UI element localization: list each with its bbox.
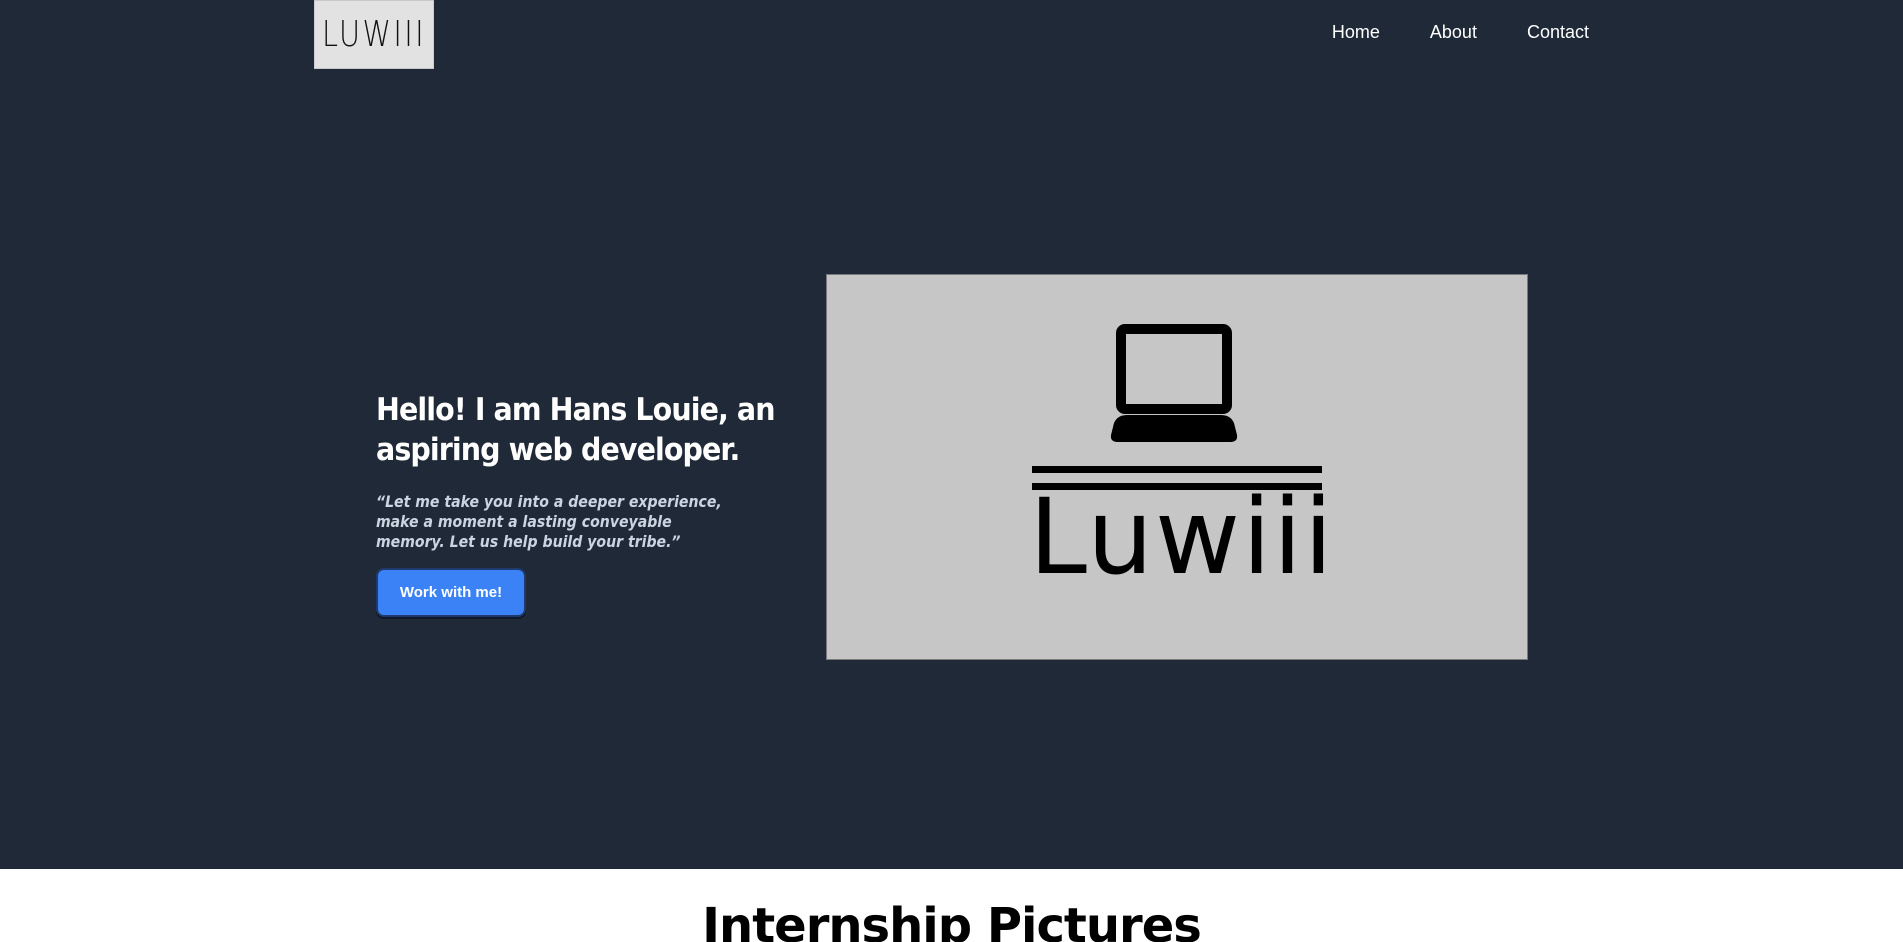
hero-text-block: Hello! I am Hans Louie, an aspiring web … [376, 390, 796, 552]
brand-wordmark: Luwiii [1029, 476, 1335, 598]
hero-brand-image: Luwiii [826, 274, 1528, 660]
main-nav: Home About Contact [1332, 22, 1589, 43]
internship-section-title: Internship Pictures [702, 898, 1202, 942]
nav-home-link[interactable]: Home [1332, 22, 1380, 43]
nav-about-link[interactable]: About [1430, 22, 1477, 43]
hero-quote: “Let me take you into a deeper experienc… [376, 492, 722, 551]
nav-contact-link[interactable]: Contact [1527, 22, 1589, 43]
logo-text: LUWIII [321, 14, 427, 55]
site-logo[interactable]: LUWIII [314, 0, 434, 69]
hero-section: LUWIII Home About Contact Hello! I am Ha… [0, 0, 1903, 869]
computer-icon [1032, 324, 1322, 490]
work-with-me-button[interactable]: Work with me! [376, 568, 526, 617]
hero-title: Hello! I am Hans Louie, an aspiring web … [376, 392, 776, 468]
page: LUWIII Home About Contact Hello! I am Ha… [0, 0, 1903, 942]
